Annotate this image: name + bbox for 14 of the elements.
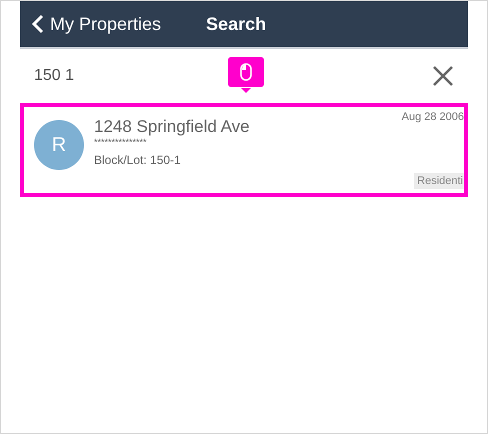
back-button[interactable]: My Properties xyxy=(20,14,162,34)
property-tag: Residenti xyxy=(414,173,464,189)
avatar: R xyxy=(34,120,84,170)
screen-title: Search xyxy=(206,14,266,34)
block-lot-text: Block/Lot: 150-1 xyxy=(94,153,181,167)
property-address: 1248 Springfield Ave xyxy=(94,117,250,137)
search-field[interactable]: 150 1 xyxy=(34,67,432,85)
date-text: Aug 28 2006 xyxy=(402,111,464,123)
chevron-left-icon xyxy=(32,14,44,34)
close-icon xyxy=(432,65,454,87)
masked-text: *************** xyxy=(94,137,147,147)
mouse-icon xyxy=(240,63,252,81)
close-button[interactable] xyxy=(432,65,454,87)
property-card[interactable]: R 1248 Springfield Ave *************** Block/Lot: 150-1 Aug 28 2006 Residenti xyxy=(20,103,468,197)
